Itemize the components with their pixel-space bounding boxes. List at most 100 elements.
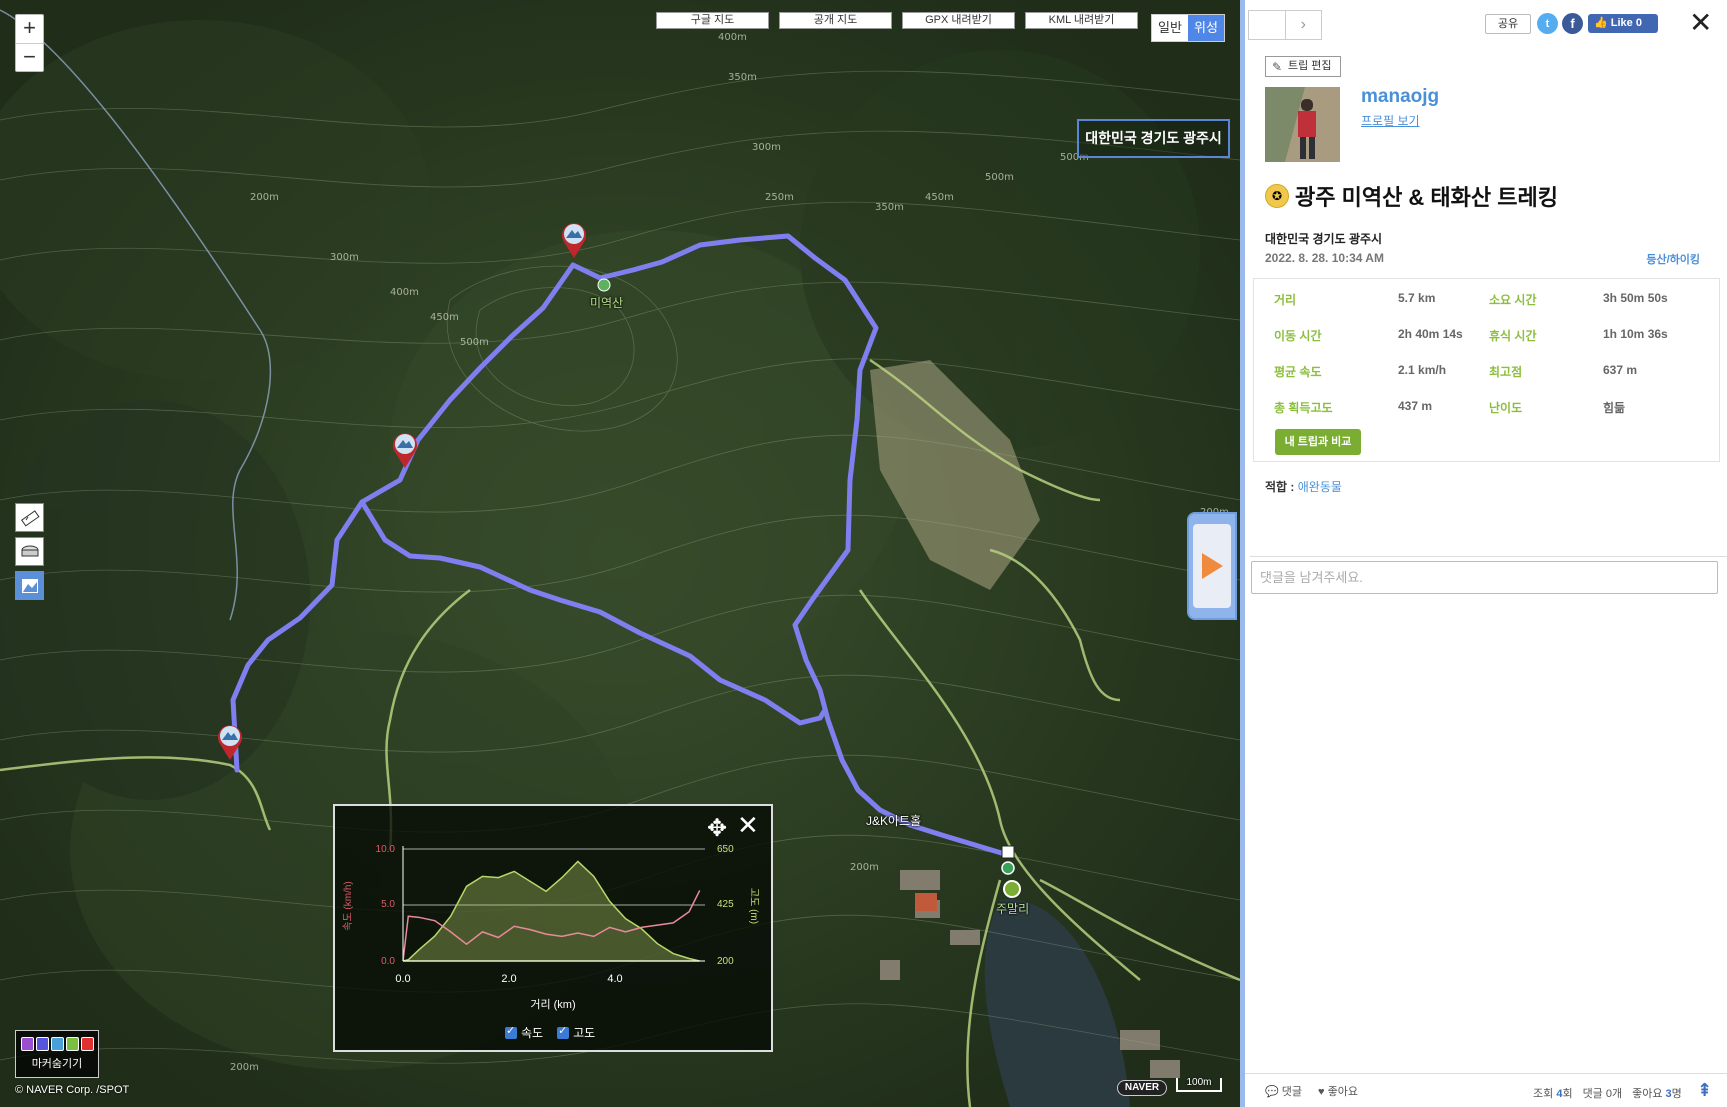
edit-trip-button[interactable]: ✎ 트립 편집 [1265, 56, 1341, 77]
gpx-download-button[interactable]: GPX 내려받기 [902, 12, 1015, 29]
stat-label: 소요 시간 [1489, 293, 1537, 307]
contour-label: 200m [230, 1062, 259, 1073]
chevron-right-icon: › [1300, 16, 1306, 33]
speed-toggle[interactable]: 속도 [505, 1024, 543, 1041]
contour-label: 400m [718, 32, 747, 43]
peak-icon[interactable] [597, 278, 611, 292]
zoom-control: + − [15, 14, 44, 72]
avatar[interactable] [1265, 87, 1340, 162]
map-view[interactable]: 400m 350m 300m 250m 300m 200m 400m 450m … [0, 0, 1240, 1107]
close-panel-button[interactable]: ✕ [1689, 6, 1712, 39]
y-tick-right: 425 [717, 899, 734, 910]
x-tick: 4.0 [607, 973, 622, 985]
contour-label: 250m [765, 192, 794, 203]
map-type-satellite[interactable]: 위성 [1188, 15, 1224, 41]
contour-label: 350m [875, 202, 904, 213]
photo-pin[interactable] [391, 430, 419, 470]
like-count: 좋아요 3명 [1632, 1085, 1682, 1101]
x-tick: 0.0 [395, 973, 410, 985]
stat-value: 637 m [1603, 363, 1638, 377]
photo-pin-icon [393, 433, 417, 468]
elevation-area [402, 860, 700, 962]
suitable-value-link[interactable]: 애완동물 [1298, 480, 1342, 494]
x-axis-label: 거리 (km) [530, 998, 575, 1011]
legend-speed-label: 속도 [521, 1026, 544, 1040]
kml-download-button[interactable]: KML 내려받기 [1025, 12, 1138, 29]
public-map-button[interactable]: 공개 지도 [779, 12, 892, 29]
stat-value: 2h 40m 14s [1398, 327, 1463, 341]
trip-nav: › [1248, 10, 1322, 40]
map-type-normal[interactable]: 일반 [1152, 15, 1188, 41]
prev-trip-button[interactable] [1248, 10, 1286, 40]
contour-label: 200m [850, 862, 879, 873]
y-axis-label-right: 고도 (m) [748, 888, 759, 924]
stat-label: 평균 속도 [1274, 365, 1322, 379]
scroll-top-button[interactable]: ⇞ [1697, 1080, 1712, 1101]
facebook-icon[interactable]: f [1562, 13, 1583, 34]
marker-icons [16, 1037, 98, 1051]
trip-badge-icon: ✪ [1265, 184, 1289, 208]
zoom-out-button[interactable]: − [16, 43, 43, 71]
marker-hide-button[interactable]: 마커숨기기 [15, 1030, 99, 1078]
play-icon [1202, 553, 1223, 579]
checkbox-icon [505, 1024, 517, 1039]
stat-label: 거리 [1274, 293, 1297, 307]
pencil-icon: ✎ [1272, 60, 1283, 74]
stat-row: 총 획득고도 437 m 난이도 힘듦 [1254, 399, 1719, 419]
twitter-icon[interactable]: t [1537, 13, 1558, 34]
elevation-toggle[interactable]: 고도 [557, 1024, 595, 1041]
elevation-chart-panel: 10.0 5.0 0.0 650 425 200 0.0 2.0 4.0 거리 … [333, 804, 773, 1052]
trip-stats: 거리 5.7 km 소요 시간 3h 50m 50s 이동 시간 2h 40m … [1253, 278, 1720, 462]
elevation-chart: 10.0 5.0 0.0 650 425 200 0.0 2.0 4.0 거리 … [342, 844, 759, 1011]
trip-date: 2022. 8. 28. 10:34 AM [1265, 251, 1384, 265]
marker-blue-icon [35, 1037, 49, 1051]
scale-bar: 100m [1176, 1078, 1222, 1092]
contour-label: 400m [390, 287, 419, 298]
profile-link[interactable]: 프로필 보기 [1361, 112, 1420, 129]
ruler-icon [20, 509, 40, 527]
like-count-label: 좋아요 [1632, 1088, 1663, 1100]
marker-red-icon [80, 1037, 94, 1051]
ruler-tool[interactable] [15, 503, 44, 532]
contour-label: 350m [728, 72, 757, 83]
trip-category-link[interactable]: 등산/하이킹 [1646, 251, 1700, 267]
contour-label: 450m [430, 312, 459, 323]
marker-hide-label: 마커숨기기 [31, 1058, 83, 1070]
finish-flag-icon[interactable] [1001, 845, 1015, 859]
next-trip-button[interactable]: › [1285, 10, 1322, 40]
elevation-tool[interactable] [15, 571, 44, 600]
start-marker[interactable] [1001, 861, 1015, 875]
share-button[interactable]: 공유 [1485, 14, 1531, 34]
peak-label: 미역산 [590, 296, 624, 310]
stat-label: 휴식 시간 [1489, 329, 1537, 343]
photo-pin[interactable] [216, 722, 244, 762]
facebook-like-button[interactable]: 👍 Like 0 [1588, 14, 1658, 33]
stat-value: 3h 50m 50s [1603, 291, 1668, 305]
area-tool[interactable] [15, 537, 44, 566]
comments-button[interactable]: 💬 댓글 [1265, 1083, 1302, 1099]
contour-label: 500m [985, 172, 1014, 183]
y-tick-left: 5.0 [381, 899, 395, 910]
stat-label: 난이도 [1489, 401, 1523, 415]
contour-label: 200m [250, 192, 279, 203]
move-icon[interactable]: ✥ [707, 814, 727, 843]
stat-label: 최고점 [1489, 365, 1523, 379]
elevation-chart-icon [21, 578, 38, 593]
zoom-in-button[interactable]: + [16, 15, 43, 43]
stat-value: 5.7 km [1398, 291, 1436, 305]
playback-tab[interactable] [1187, 512, 1237, 620]
views-label: 조회 [1533, 1088, 1554, 1100]
username-link[interactable]: manaojg [1361, 86, 1439, 108]
like-button[interactable]: ♥ 좋아요 [1318, 1083, 1358, 1099]
comment-input[interactable] [1251, 561, 1718, 594]
naver-logo[interactable]: NAVER [1117, 1080, 1167, 1096]
compare-trip-button[interactable]: 내 트립과 비교 [1275, 429, 1361, 455]
start-point-icon[interactable] [1003, 880, 1021, 898]
stat-value: 1h 10m 36s [1603, 327, 1668, 341]
photo-pin-icon [218, 725, 242, 760]
chart-close-button[interactable]: ✕ [737, 810, 759, 841]
google-map-button[interactable]: 구글 지도 [656, 12, 769, 29]
like-count-unit: 명 [1671, 1088, 1682, 1100]
photo-pin[interactable] [560, 220, 588, 260]
trip-title: ✪ 광주 미역산 & 태화산 트레킹 [1265, 180, 1558, 212]
